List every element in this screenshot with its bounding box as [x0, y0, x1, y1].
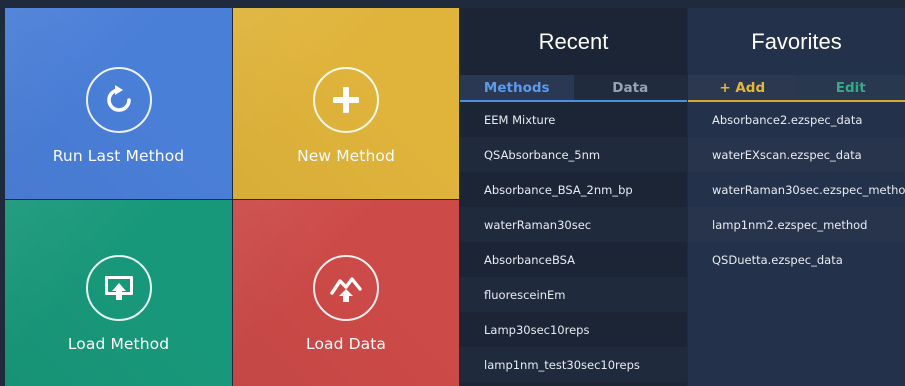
list-item[interactable]: QSAbsorbance_5nm	[460, 137, 687, 172]
plus-icon	[313, 67, 379, 133]
favorites-tabs: + Add Edit	[688, 75, 905, 102]
list-item[interactable]: lamp1nm_test30sec10reps	[460, 347, 687, 382]
new-method-label: New Method	[297, 147, 395, 165]
upload-screen-icon	[85, 255, 152, 321]
list-item[interactable]: waterEXscan.ezspec_data	[688, 137, 905, 172]
list-item[interactable]: AbsorbanceBSA	[460, 242, 687, 277]
run-last-method-label: Run Last Method	[52, 147, 185, 165]
list-item[interactable]: EEM Mixture	[460, 102, 687, 137]
chart-upload-icon	[313, 255, 379, 321]
tab-methods[interactable]: Methods	[460, 75, 574, 102]
recent-list: EEM Mixture QSAbsorbance_5nm Absorbance_…	[460, 102, 687, 382]
list-item[interactable]: lamp1nm2.ezspec_method	[688, 207, 905, 242]
recent-tabs: Methods Data	[460, 75, 687, 102]
favorites-title: Favorites	[751, 28, 842, 54]
load-method-label: Load Method	[67, 335, 170, 353]
list-item[interactable]: fluoresceinEm	[460, 277, 687, 312]
tab-data[interactable]: Data	[573, 75, 687, 102]
refresh-icon	[85, 67, 152, 133]
favorites-panel: Favorites + Add Edit Absorbance2.ezspec_…	[688, 8, 905, 386]
new-method-tile[interactable]: New Method	[233, 8, 459, 199]
list-item[interactable]: QSDuetta.ezspec_data	[688, 242, 905, 277]
favorites-list: Absorbance2.ezspec_data waterEXscan.ezsp…	[688, 102, 905, 277]
load-method-tile[interactable]: Load Method	[5, 200, 232, 386]
add-favorite-button[interactable]: + Add	[688, 75, 797, 102]
edit-favorites-button[interactable]: Edit	[796, 75, 905, 102]
recent-title: Recent	[538, 28, 609, 54]
recent-panel: Recent Methods Data EEM Mixture QSAbsorb…	[460, 8, 687, 386]
list-item[interactable]: Absorbance_BSA_2nm_bp	[460, 172, 687, 207]
list-item[interactable]: waterRaman30sec.ezspec_method	[688, 172, 905, 207]
list-item[interactable]: Absorbance2.ezspec_data	[688, 102, 905, 137]
run-last-method-tile[interactable]: Run Last Method	[5, 8, 232, 199]
list-item[interactable]: waterRaman30sec	[460, 207, 687, 242]
load-data-label: Load Data	[305, 335, 387, 353]
load-data-tile[interactable]: Load Data	[233, 200, 459, 386]
list-item[interactable]: Lamp30sec10reps	[460, 312, 687, 347]
